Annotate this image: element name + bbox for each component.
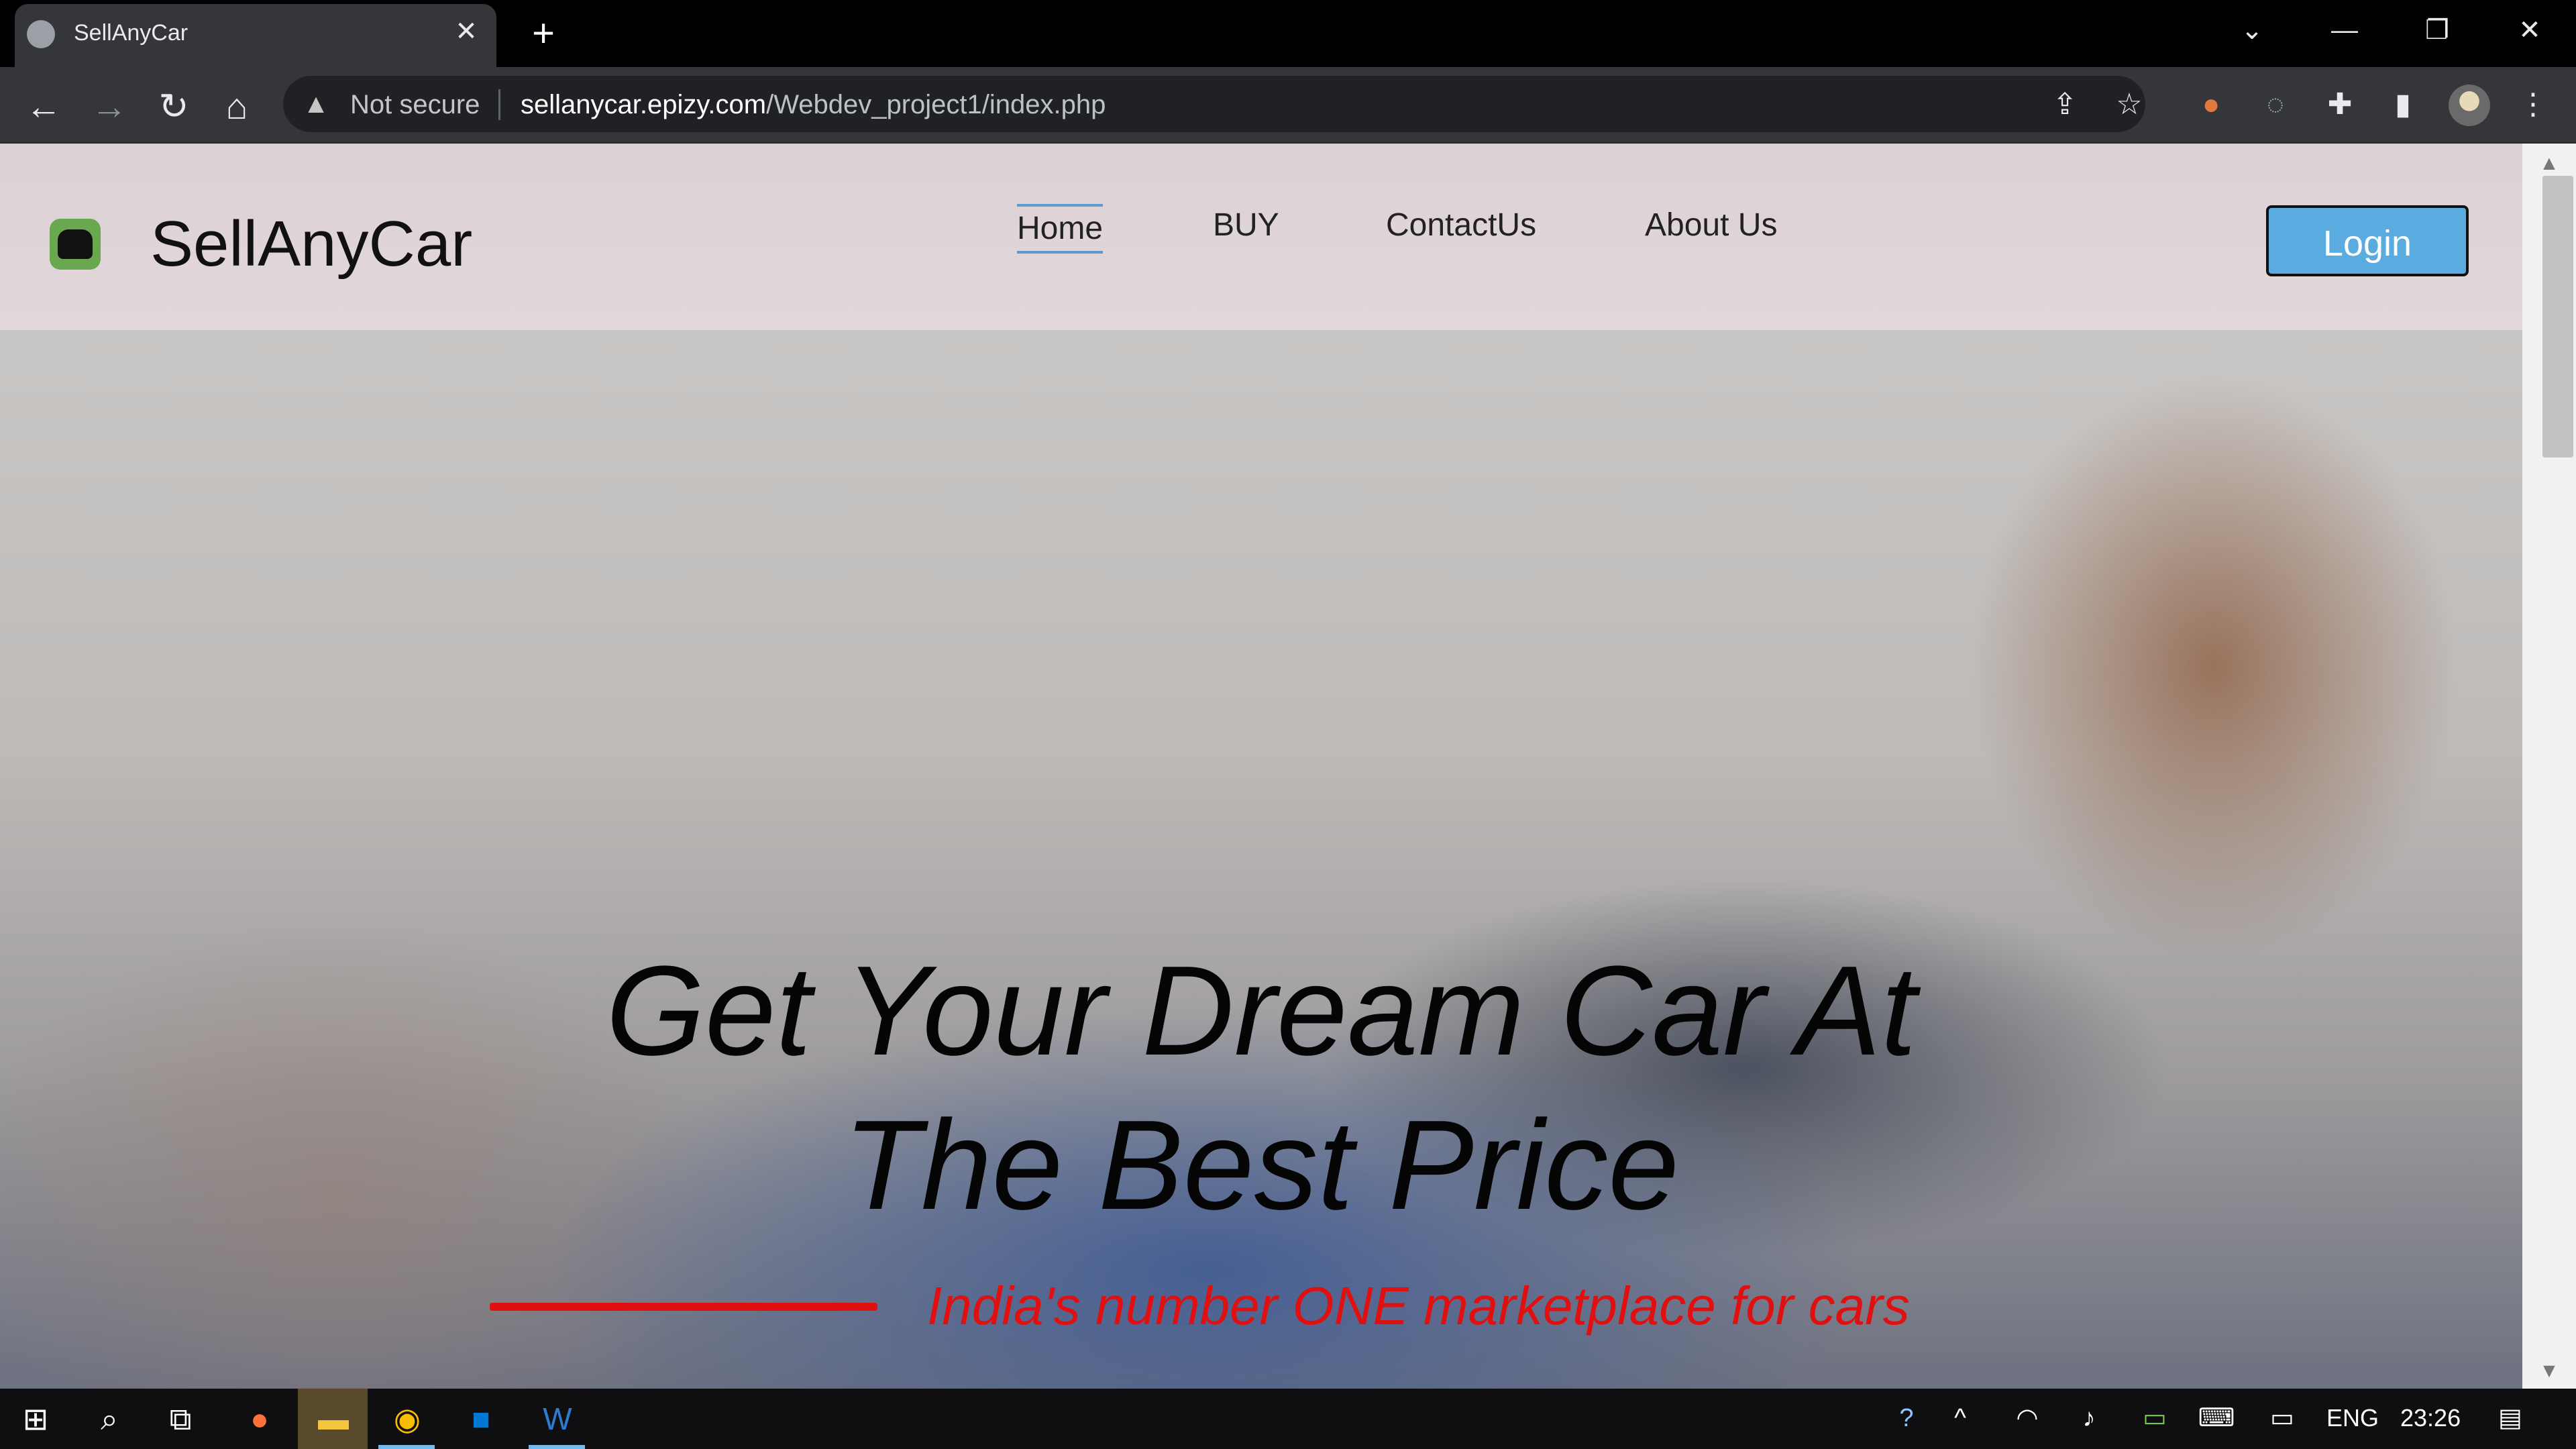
wifi-icon[interactable]: ◠ <box>2007 1398 2047 1438</box>
menu-kebab-icon[interactable]: ⋮ <box>2513 85 2553 125</box>
address-divider <box>498 89 500 120</box>
url-path: /Webdev_project1/index.php <box>766 90 1106 119</box>
system-clock[interactable]: 23:26 <box>2400 1398 2461 1438</box>
login-button[interactable]: Login <box>2266 205 2469 276</box>
search-icon[interactable]: ⌕ <box>85 1394 134 1444</box>
hero-accent-rule <box>490 1303 877 1311</box>
nav-contact-link[interactable]: ContactUs <box>1386 199 1536 252</box>
tablet-mode-icon[interactable]: ▭ <box>2262 1398 2302 1438</box>
scroll-down-arrow-icon[interactable]: ▼ <box>2536 1358 2563 1385</box>
hero-banner: Get Your Dream Car At The Best Price Ind… <box>0 330 2522 1389</box>
hero-headline-line1: Get Your Dream Car At <box>606 940 1917 1082</box>
chrome-active-indicator <box>378 1445 435 1449</box>
volume-icon[interactable]: ♪ <box>2069 1398 2109 1438</box>
site-header: SellAnyCar Home BUY ContactUs About Us L… <box>0 144 2522 330</box>
restore-button[interactable]: ❐ <box>2400 7 2474 54</box>
tab-title: SellAnyCar <box>74 20 189 46</box>
file-explorer-icon[interactable]: ▬ <box>309 1394 358 1444</box>
scroll-up-arrow-icon[interactable]: ▲ <box>2536 150 2563 177</box>
url-host: sellanycar.epizy.com <box>521 90 767 119</box>
security-label[interactable]: Not secure <box>350 86 480 123</box>
store-icon[interactable]: ■ <box>456 1394 506 1444</box>
windows-start-icon[interactable]: ⊞ <box>11 1394 60 1444</box>
share-icon[interactable]: ⇪ <box>2045 85 2085 125</box>
close-window-button[interactable]: ✕ <box>2493 7 2567 54</box>
show-hidden-icons-chevron-icon[interactable]: ^ <box>1940 1398 1980 1438</box>
minimize-button[interactable]: — <box>2308 7 2381 54</box>
nav-home-link[interactable]: Home <box>1017 204 1104 254</box>
word-icon[interactable]: W <box>533 1394 582 1444</box>
chrome-icon[interactable]: ◉ <box>382 1394 432 1444</box>
task-view-icon[interactable]: ⧉ <box>156 1394 205 1444</box>
reload-icon[interactable]: ↻ <box>150 83 197 130</box>
car-icon <box>58 229 93 259</box>
profile-avatar[interactable] <box>2449 85 2490 126</box>
bookmark-star-icon[interactable]: ☆ <box>2109 85 2149 125</box>
nav-buy-link[interactable]: BUY <box>1213 199 1279 252</box>
web-page: SellAnyCar Home BUY ContactUs About Us L… <box>0 144 2522 1389</box>
side-panel-icon[interactable]: ▮ <box>2383 85 2423 125</box>
car-logo-icon[interactable] <box>50 219 101 270</box>
notification-center-icon[interactable]: ▤ <box>2490 1398 2530 1438</box>
warning-icon[interactable]: ▲ <box>299 87 333 121</box>
hero-tagline: India's number ONE marketplace for cars <box>927 1276 1910 1336</box>
globe-icon <box>27 20 55 48</box>
battery-icon[interactable]: ▭ <box>2135 1398 2175 1438</box>
tab-search-icon[interactable]: ⌄ <box>2215 7 2289 54</box>
nav-about-link[interactable]: About Us <box>1645 199 1777 252</box>
site-brand[interactable]: SellAnyCar <box>150 197 472 291</box>
hero-headline-line2: The Best Price <box>843 1094 1680 1236</box>
back-icon[interactable]: ← <box>20 83 67 130</box>
keyboard-icon[interactable]: ⌨ <box>2196 1398 2237 1438</box>
help-icon[interactable]: ? <box>1886 1398 1927 1438</box>
extensions-puzzle-icon[interactable]: ✚ <box>2320 85 2360 125</box>
url-text[interactable]: sellanycar.epizy.com/Webdev_project1/ind… <box>521 86 1106 123</box>
scrollbar-thumb[interactable] <box>2542 176 2573 458</box>
word-active-indicator <box>529 1445 585 1449</box>
tab-close-button[interactable]: ✕ <box>449 15 483 48</box>
firefox-icon[interactable]: ● <box>235 1394 284 1444</box>
cookie-extension-icon[interactable]: ● <box>2191 85 2231 125</box>
forward-icon[interactable]: → <box>86 83 133 130</box>
sync-extension-icon[interactable]: ◌ <box>2255 85 2296 125</box>
input-language[interactable]: ENG <box>2326 1398 2379 1438</box>
new-tab-button[interactable]: + <box>523 14 564 55</box>
home-icon[interactable]: ⌂ <box>213 83 260 130</box>
